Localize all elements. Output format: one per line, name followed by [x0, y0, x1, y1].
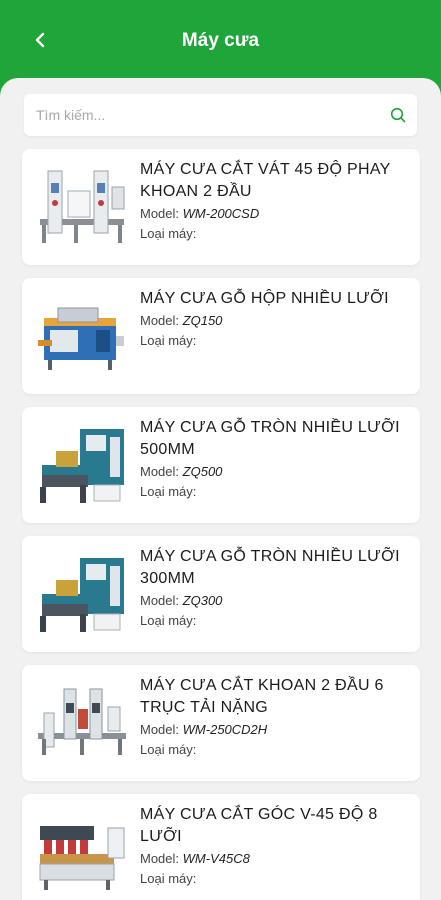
product-type-row: Loại máy: [140, 869, 410, 888]
product-model-row: Model: WM-V45C8 [140, 849, 410, 868]
product-model: WM-200CSD [182, 206, 260, 221]
app-header: Máy cưa [0, 0, 441, 90]
product-card[interactable]: MÁY CƯA GỖ TRÒN NHIỀU LƯỠI 300MM Model: … [22, 536, 420, 652]
content-panel: MÁY CƯA CẮT VÁT 45 ĐỘ PHAY KHOAN 2 ĐẦU M… [0, 78, 441, 900]
product-image [39, 826, 125, 890]
product-model-row: Model: WM-250CD2H [140, 720, 410, 739]
product-name: MÁY CƯA CẮT GÓC V-45 ĐỘ 8 LƯỠI [140, 806, 378, 845]
product-model: WM-250CD2H [182, 722, 268, 737]
product-image [38, 307, 124, 370]
product-name: MÁY CƯA GỖ TRÒN NHIỀU LƯỠI 300MM [140, 548, 400, 587]
model-label: Model: [140, 722, 180, 737]
product-card[interactable]: MÁY CƯA CẮT VÁT 45 ĐỘ PHAY KHOAN 2 ĐẦU M… [22, 149, 420, 265]
product-image [38, 688, 126, 755]
product-name: MÁY CƯA GỖ TRÒN NHIỀU LƯỠI 500MM [140, 419, 400, 458]
product-model-row: Model: WM-200CSD [140, 204, 410, 223]
type-label: Loại máy: [140, 333, 197, 348]
model-label: Model: [140, 313, 180, 328]
product-name: MÁY CƯA CẮT VÁT 45 ĐỘ PHAY KHOAN 2 ĐẦU [140, 161, 391, 200]
product-type-row: Loại máy: [140, 740, 410, 759]
product-card[interactable]: MÁY CƯA CẮT GÓC V-45 ĐỘ 8 LƯỠI Model: WM… [22, 794, 420, 900]
page-title: Máy cưa [181, 30, 260, 51]
product-name: MÁY CƯA CẮT KHOAN 2 ĐẦU 6 TRỤC TẢI NẶNG [140, 677, 384, 716]
search-bar [24, 94, 417, 136]
product-model-row: Model: ZQ300 [140, 591, 410, 610]
product-card[interactable]: MÁY CƯA CẮT KHOAN 2 ĐẦU 6 TRỤC TẢI NẶNG … [22, 665, 420, 781]
type-label: Loại máy: [140, 613, 197, 628]
product-card[interactable]: MÁY CƯA GỖ HỘP NHIỀU LƯỠI Model: ZQ150 L… [22, 278, 420, 394]
model-label: Model: [140, 851, 180, 866]
product-name: MÁY CƯA GỖ HỘP NHIỀU LƯỠI [140, 290, 389, 307]
search-input[interactable] [24, 94, 374, 136]
product-model: ZQ500 [182, 464, 223, 479]
product-type-row: Loại máy: [140, 611, 410, 630]
product-type-row: Loại máy: [140, 482, 410, 501]
product-card[interactable]: MÁY CƯA GỖ TRÒN NHIỀU LƯỠI 500MM Model: … [22, 407, 420, 523]
product-model-row: Model: ZQ150 [140, 311, 410, 330]
type-label: Loại máy: [140, 226, 197, 241]
product-model: WM-V45C8 [182, 851, 250, 866]
product-image [40, 558, 124, 632]
search-icon[interactable] [389, 106, 407, 124]
product-image [40, 429, 124, 503]
model-label: Model: [140, 464, 180, 479]
type-label: Loại máy: [140, 871, 197, 886]
product-model-row: Model: ZQ500 [140, 462, 410, 481]
product-model: ZQ150 [182, 313, 223, 328]
product-model: ZQ300 [182, 593, 223, 608]
product-type-row: Loại máy: [140, 224, 410, 243]
model-label: Model: [140, 206, 180, 221]
product-image [40, 170, 125, 243]
model-label: Model: [140, 593, 180, 608]
product-type-row: Loại máy: [140, 331, 410, 350]
type-label: Loại máy: [140, 742, 197, 757]
type-label: Loại máy: [140, 484, 197, 499]
